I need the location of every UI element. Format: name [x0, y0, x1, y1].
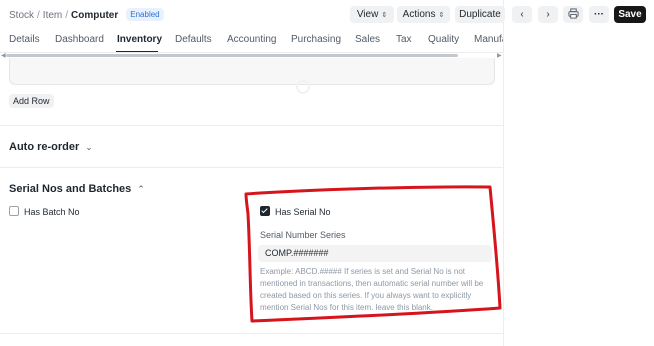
- section-divider: [0, 167, 503, 168]
- section-title: Serial Nos and Batches: [9, 183, 132, 195]
- chevron-left-icon: ‹: [520, 9, 524, 20]
- chevron-right-icon: ›: [546, 9, 550, 20]
- section-serial-batches-header[interactable]: Serial Nos and Batches ⌃: [9, 183, 145, 195]
- tab-bar: Details Dashboard Inventory Defaults Acc…: [0, 34, 503, 52]
- save-button[interactable]: Save: [614, 6, 646, 23]
- serial-number-series-input[interactable]: COMP.#######: [258, 245, 492, 262]
- chevron-up-icon: ⌃: [137, 184, 145, 194]
- section-title: Auto re-order: [9, 141, 80, 153]
- checkbox-label: Has Batch No: [24, 207, 80, 217]
- breadcrumb-separator: /: [37, 10, 40, 21]
- checkbox-box[interactable]: [260, 206, 270, 216]
- next-button[interactable]: ›: [538, 6, 558, 23]
- add-row-button[interactable]: Add Row: [9, 94, 54, 108]
- has-batch-no-checkbox[interactable]: Has Batch No: [9, 206, 80, 217]
- tab-purchasing[interactable]: Purchasing: [291, 34, 341, 45]
- item-form: Stock / Item / Computer Enabled Details Dashb…: [0, 0, 503, 346]
- updown-caret-icon: ⇕: [381, 12, 388, 19]
- breadcrumb: Stock / Item / Computer Enabled: [9, 8, 164, 21]
- tab-dashboard[interactable]: Dashboard: [55, 34, 104, 45]
- view-button[interactable]: View ⇕: [350, 6, 394, 23]
- actions-button[interactable]: Actions ⇕: [397, 6, 450, 23]
- breadcrumb-item[interactable]: Item: [43, 10, 62, 21]
- view-button-label: View: [356, 9, 379, 20]
- serial-number-series-help: Example: ABCD.##### If series is set and…: [260, 267, 484, 312]
- child-table: [9, 58, 495, 85]
- serial-number-series-label: Serial Number Series: [260, 230, 346, 240]
- section-divider: [0, 333, 503, 334]
- tab-manufacturing[interactable]: Manufa: [474, 34, 503, 45]
- tab-accounting[interactable]: Accounting: [227, 34, 276, 45]
- section-auto-reorder-header[interactable]: Auto re-order ⌄: [9, 141, 93, 153]
- tab-inventory[interactable]: Inventory: [117, 34, 162, 45]
- tabs-divider: [0, 52, 503, 53]
- printer-icon: [567, 8, 579, 19]
- status-badge: Enabled: [126, 8, 164, 21]
- scroll-right-icon[interactable]: ▶: [497, 52, 502, 59]
- print-button[interactable]: [563, 6, 583, 23]
- scroll-left-icon[interactable]: ◀: [1, 52, 6, 59]
- updown-caret-icon: ⇕: [438, 12, 445, 19]
- tab-details[interactable]: Details: [9, 34, 40, 45]
- breadcrumb-stock[interactable]: Stock: [9, 10, 34, 21]
- actions-button-label: Actions: [402, 9, 436, 20]
- previous-button[interactable]: ‹: [512, 6, 532, 23]
- duplicate-button[interactable]: Duplicate: [455, 6, 505, 23]
- horizontal-scrollbar[interactable]: [6, 54, 458, 57]
- checkbox-label: Has Serial No: [275, 207, 331, 217]
- tab-tax[interactable]: Tax: [396, 34, 412, 45]
- more-button[interactable]: ···: [589, 6, 609, 23]
- chevron-down-icon: ⌄: [85, 142, 93, 152]
- checkbox-box[interactable]: [9, 206, 19, 216]
- more-icon: ···: [594, 9, 604, 20]
- tab-quality[interactable]: Quality: [428, 34, 459, 45]
- sidebar-divider: [503, 0, 504, 346]
- breadcrumb-separator: /: [65, 10, 69, 21]
- tab-sales[interactable]: Sales: [355, 34, 380, 45]
- loading-spinner-icon: [296, 80, 310, 94]
- has-serial-no-checkbox[interactable]: Has Serial No: [260, 206, 331, 217]
- page-title: Computer: [71, 10, 119, 21]
- tab-defaults[interactable]: Defaults: [175, 34, 212, 45]
- section-divider: [0, 125, 503, 126]
